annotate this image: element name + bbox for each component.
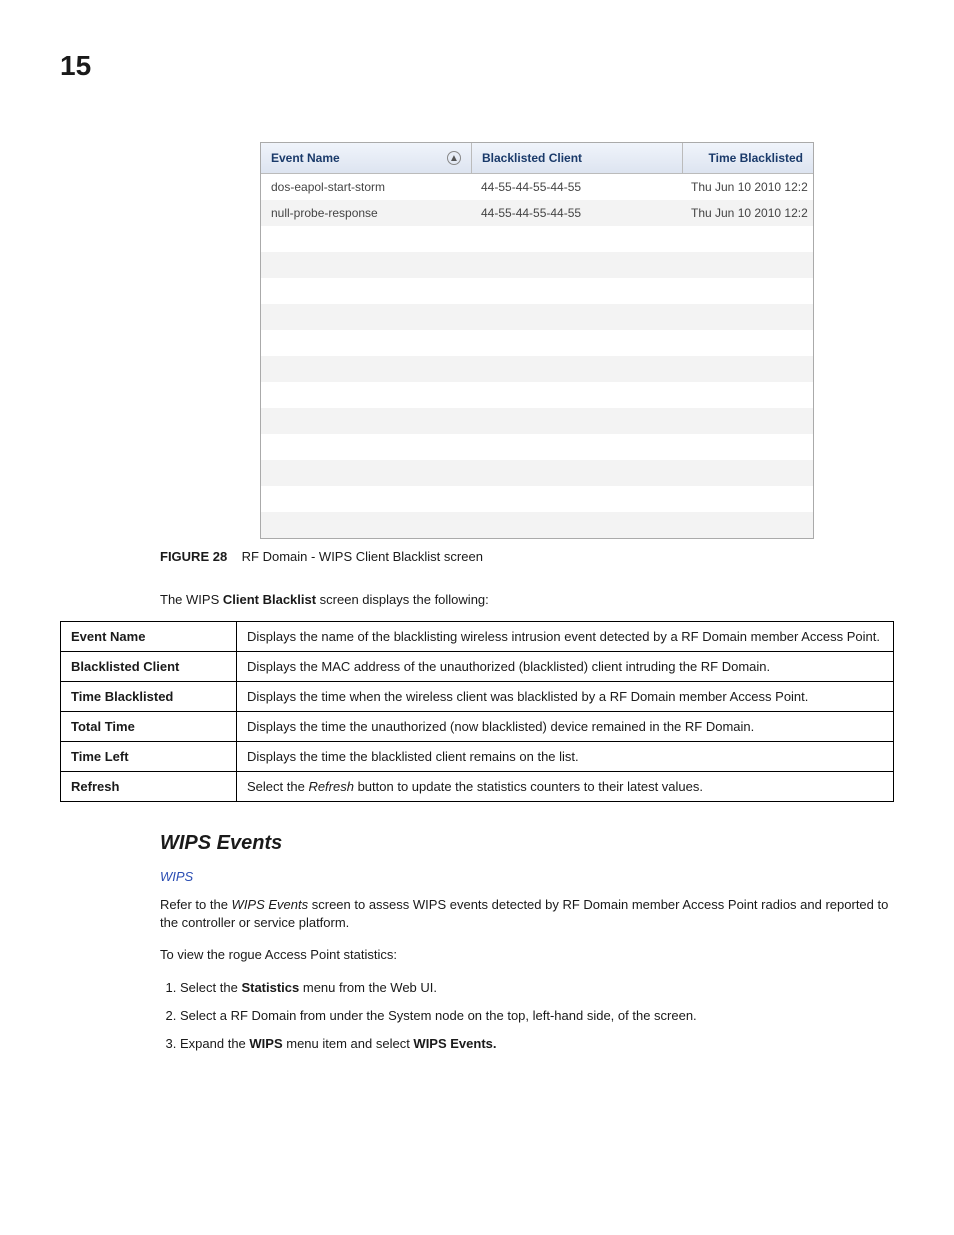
intro-post: screen displays the following: [316, 592, 489, 607]
table-row [261, 356, 813, 382]
table-row [261, 486, 813, 512]
cell-blacklisted-client: 44-55-44-55-44-55 [471, 206, 681, 220]
cell-event-name: dos-eapol-start-storm [261, 180, 471, 194]
definition-desc: Displays the name of the blacklisting wi… [237, 622, 894, 652]
table-row [261, 330, 813, 356]
table-row [261, 252, 813, 278]
steps-list: Select the Statistics menu from the Web … [160, 979, 894, 1054]
screenshot-header-row: Event Name ▲ Blacklisted Client Time Bla… [261, 143, 813, 174]
figure-caption-text: RF Domain - WIPS Client Blacklist screen [242, 549, 483, 564]
definition-term: Refresh [61, 772, 237, 802]
step-1-pre: Select the [180, 980, 241, 995]
step-1: Select the Statistics menu from the Web … [180, 979, 894, 997]
col-header-event-name[interactable]: Event Name ▲ [261, 143, 472, 173]
step-3-bold2: WIPS Events. [413, 1036, 496, 1051]
col-header-blacklisted-client-label: Blacklisted Client [482, 151, 582, 165]
definition-row: Event NameDisplays the name of the black… [61, 622, 894, 652]
screenshot-body: dos-eapol-start-storm44-55-44-55-44-55Th… [261, 174, 813, 538]
step-2: Select a RF Domain from under the System… [180, 1007, 894, 1025]
section-heading: WIPS Events [160, 832, 894, 855]
definition-row: Blacklisted ClientDisplays the MAC addre… [61, 652, 894, 682]
definition-desc: Displays the time when the wireless clie… [237, 682, 894, 712]
sort-asc-icon[interactable]: ▲ [447, 151, 461, 165]
definition-desc: Displays the time the blacklisted client… [237, 742, 894, 772]
definition-desc: Select the Refresh button to update the … [237, 772, 894, 802]
definition-row: Time LeftDisplays the time the blacklist… [61, 742, 894, 772]
cell-time-blacklisted: Thu Jun 10 2010 12:2 [681, 206, 813, 220]
col-header-time-blacklisted[interactable]: Time Blacklisted [683, 143, 813, 173]
definition-row: Time BlacklistedDisplays the time when t… [61, 682, 894, 712]
intro-pre: The WIPS [160, 592, 223, 607]
step-3-pre: Expand the [180, 1036, 249, 1051]
wips-link[interactable]: WIPS [160, 869, 894, 884]
page-number: 15 [60, 50, 894, 82]
figure-caption: FIGURE 28 RF Domain - WIPS Client Blackl… [160, 549, 894, 564]
table-row [261, 382, 813, 408]
figure-label: FIGURE 28 [160, 549, 227, 564]
section-intro-pre: Refer to the [160, 897, 232, 912]
col-header-blacklisted-client[interactable]: Blacklisted Client [472, 143, 683, 173]
col-header-time-blacklisted-label: Time Blacklisted [709, 151, 804, 165]
step-1-post: menu from the Web UI. [299, 980, 437, 995]
step-3-mid: menu item and select [283, 1036, 414, 1051]
definition-row: Total TimeDisplays the time the unauthor… [61, 712, 894, 742]
definition-term: Time Blacklisted [61, 682, 237, 712]
definition-term: Blacklisted Client [61, 652, 237, 682]
table-row [261, 434, 813, 460]
steps-intro: To view the rogue Access Point statistic… [160, 946, 894, 964]
step-3-bold1: WIPS [249, 1036, 282, 1051]
table-row [261, 460, 813, 486]
definition-desc: Displays the MAC address of the unauthor… [237, 652, 894, 682]
table-row [261, 408, 813, 434]
table-row [261, 304, 813, 330]
section-intro-em: WIPS Events [232, 897, 309, 912]
intro-bold: Client Blacklist [223, 592, 316, 607]
definition-term: Time Left [61, 742, 237, 772]
definition-term: Total Time [61, 712, 237, 742]
screenshot-table: Event Name ▲ Blacklisted Client Time Bla… [260, 142, 814, 539]
cell-time-blacklisted: Thu Jun 10 2010 12:2 [681, 180, 813, 194]
step-3: Expand the WIPS menu item and select WIP… [180, 1035, 894, 1053]
table-row: null-probe-response44-55-44-55-44-55Thu … [261, 200, 813, 226]
step-1-bold: Statistics [241, 980, 299, 995]
table-row [261, 278, 813, 304]
section-intro: Refer to the WIPS Events screen to asses… [160, 896, 894, 932]
definition-row: RefreshSelect the Refresh button to upda… [61, 772, 894, 802]
cell-event-name: null-probe-response [261, 206, 471, 220]
cell-blacklisted-client: 44-55-44-55-44-55 [471, 180, 681, 194]
definitions-table: Event NameDisplays the name of the black… [60, 621, 894, 802]
table-row: dos-eapol-start-storm44-55-44-55-44-55Th… [261, 174, 813, 200]
table-row [261, 226, 813, 252]
table-row [261, 512, 813, 538]
definition-term: Event Name [61, 622, 237, 652]
definition-desc: Displays the time the unauthorized (now … [237, 712, 894, 742]
col-header-event-name-label: Event Name [271, 151, 340, 165]
intro-line: The WIPS Client Blacklist screen display… [160, 592, 894, 607]
